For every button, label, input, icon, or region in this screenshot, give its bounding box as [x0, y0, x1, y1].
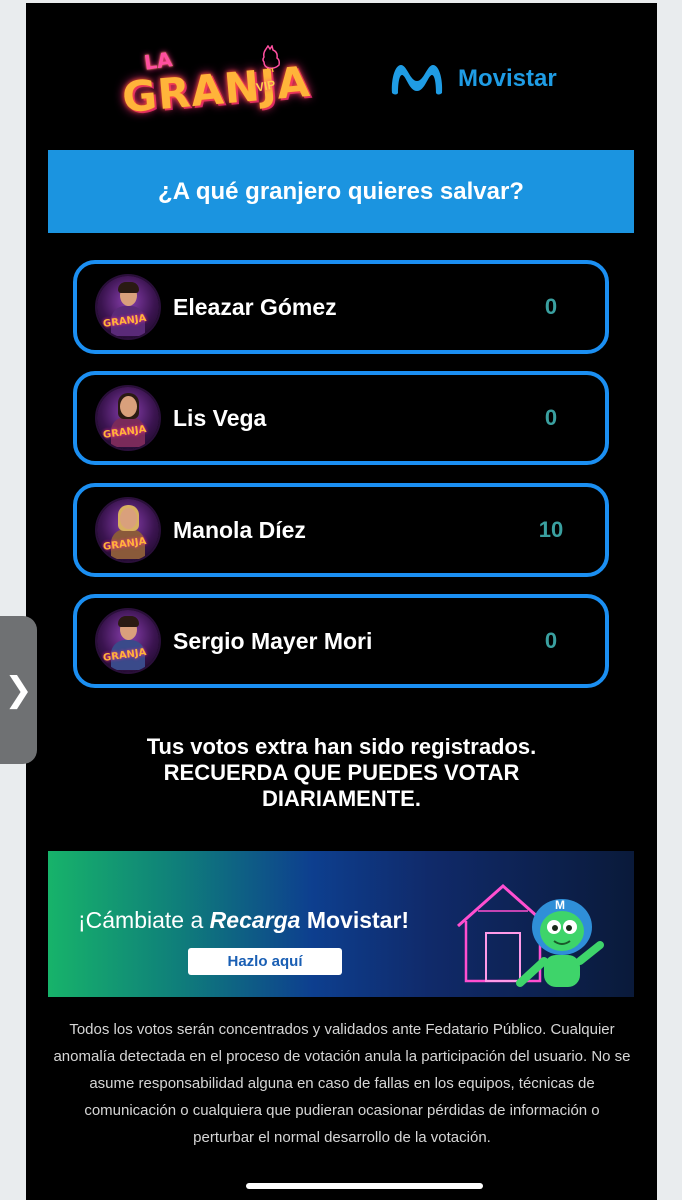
- recarga-movistar-ad[interactable]: M ¡Cámbiate a Recarga Movistar! Hazlo aq…: [48, 851, 634, 997]
- contestant-name: Eleazar Gómez: [173, 293, 337, 320]
- home-indicator[interactable]: [246, 1183, 483, 1189]
- rooster-icon: [262, 45, 280, 73]
- contestant-avatar: GRANJA: [97, 387, 159, 449]
- message-line: Tus votos extra han sido registrados.: [146, 734, 537, 759]
- movistar-logo: Movistar: [388, 57, 557, 101]
- message-line: DIARIAMENTE.: [262, 786, 421, 811]
- ad-headline: ¡Cámbiate a Recarga Movistar!: [78, 907, 410, 933]
- vote-count: 0: [544, 628, 558, 653]
- voting-page: LA GRANJA VIP Movistar ¿A qué granjero q…: [26, 3, 657, 1200]
- question-banner: ¿A qué granjero quieres salvar?: [48, 150, 634, 233]
- hazlo-aqui-button[interactable]: Hazlo aquí: [188, 948, 342, 975]
- contestant-card-eleazar[interactable]: GRANJA Eleazar Gómez 0: [73, 260, 609, 354]
- contestant-avatar: GRANJA: [97, 610, 159, 672]
- chevron-right-icon: ❯: [4, 671, 33, 709]
- contestant-card-lis[interactable]: GRANJA Lis Vega 0: [73, 371, 609, 465]
- svg-text:M: M: [555, 898, 565, 912]
- confirmation-message: Tus votos extra han sido registrados. RE…: [26, 734, 657, 812]
- la-granja-vip-logo: LA GRANJA VIP: [118, 43, 312, 123]
- vote-count: 10: [538, 517, 564, 542]
- side-panel-handle[interactable]: ❯: [0, 616, 37, 764]
- contestant-card-manola[interactable]: GRANJA Manola Díez 10: [73, 483, 609, 577]
- question-title: ¿A qué granjero quieres salvar?: [158, 177, 524, 205]
- vote-count: 0: [544, 405, 558, 430]
- contestant-avatar: GRANJA: [97, 276, 159, 338]
- message-line: RECUERDA QUE PUEDES VOTAR: [163, 760, 520, 785]
- contestant-name: Lis Vega: [173, 404, 267, 431]
- contestant-card-sergio[interactable]: GRANJA Sergio Mayer Mori 0: [73, 594, 609, 688]
- contestant-avatar: GRANJA: [97, 499, 159, 561]
- movistar-m-icon: [391, 65, 443, 95]
- mascot-icon: M: [516, 898, 604, 987]
- legal-disclaimer: Todos los votos serán concentrados y val…: [53, 1021, 631, 1146]
- vote-count: 0: [544, 294, 558, 319]
- movistar-brand-text: Movistar: [458, 65, 557, 92]
- contestant-name: Sergio Mayer Mori: [173, 627, 373, 654]
- contestant-name: Manola Díez: [173, 516, 306, 543]
